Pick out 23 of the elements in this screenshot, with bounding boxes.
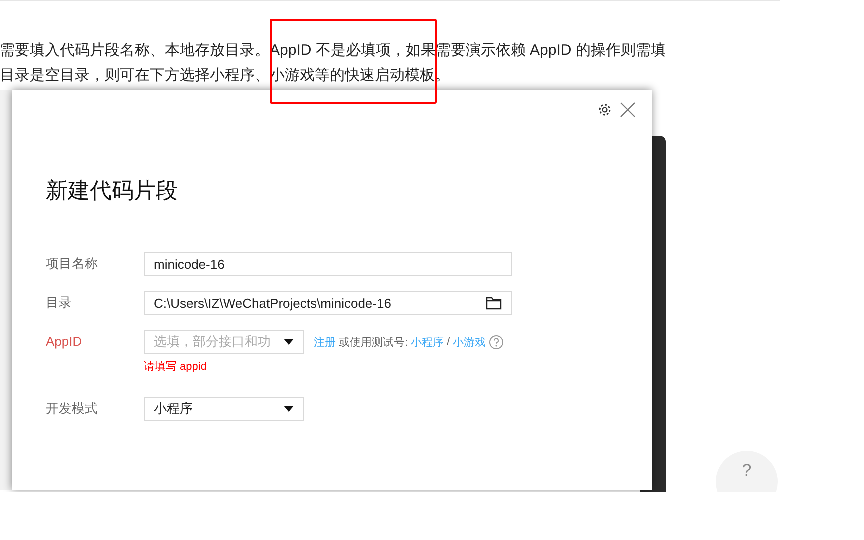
- appid-dropdown[interactable]: 选填，部分接口和功: [144, 330, 304, 354]
- dialog-title: 新建代码片段: [46, 177, 179, 205]
- close-icon[interactable]: [620, 102, 636, 118]
- help-icon[interactable]: [489, 334, 504, 350]
- hint-text: 或使用测试号:: [339, 336, 408, 350]
- mode-dropdown[interactable]: 小程序: [144, 397, 304, 421]
- directory-field[interactable]: C:\Users\IZ\WeChatProjects\minicode-16: [144, 291, 512, 315]
- field-label: 开发模式: [46, 400, 99, 418]
- caret-icon: [284, 339, 294, 345]
- project-name-field[interactable]: minicode-16: [144, 252, 512, 276]
- field-label: 目录: [46, 294, 73, 312]
- mini-program-link[interactable]: 小程序: [411, 334, 444, 350]
- settings-icon[interactable]: [598, 103, 612, 117]
- caret-icon: [284, 406, 294, 412]
- separator-text: /: [447, 336, 450, 348]
- mini-game-link[interactable]: 小游戏: [453, 334, 486, 350]
- field-label: 项目名称: [46, 255, 99, 273]
- feedback-button[interactable]: ?: [716, 451, 778, 492]
- error-message: 请填写 appid: [144, 360, 208, 374]
- register-link[interactable]: 注册: [314, 334, 336, 350]
- folder-icon[interactable]: [486, 296, 502, 310]
- field-label: AppID: [46, 333, 84, 351]
- intro-text: 需要填入代码片段名称、本地存放目录。AppID 不是必填项，如果需要演示依赖 AppID 的操作则需填: [0, 41, 667, 61]
